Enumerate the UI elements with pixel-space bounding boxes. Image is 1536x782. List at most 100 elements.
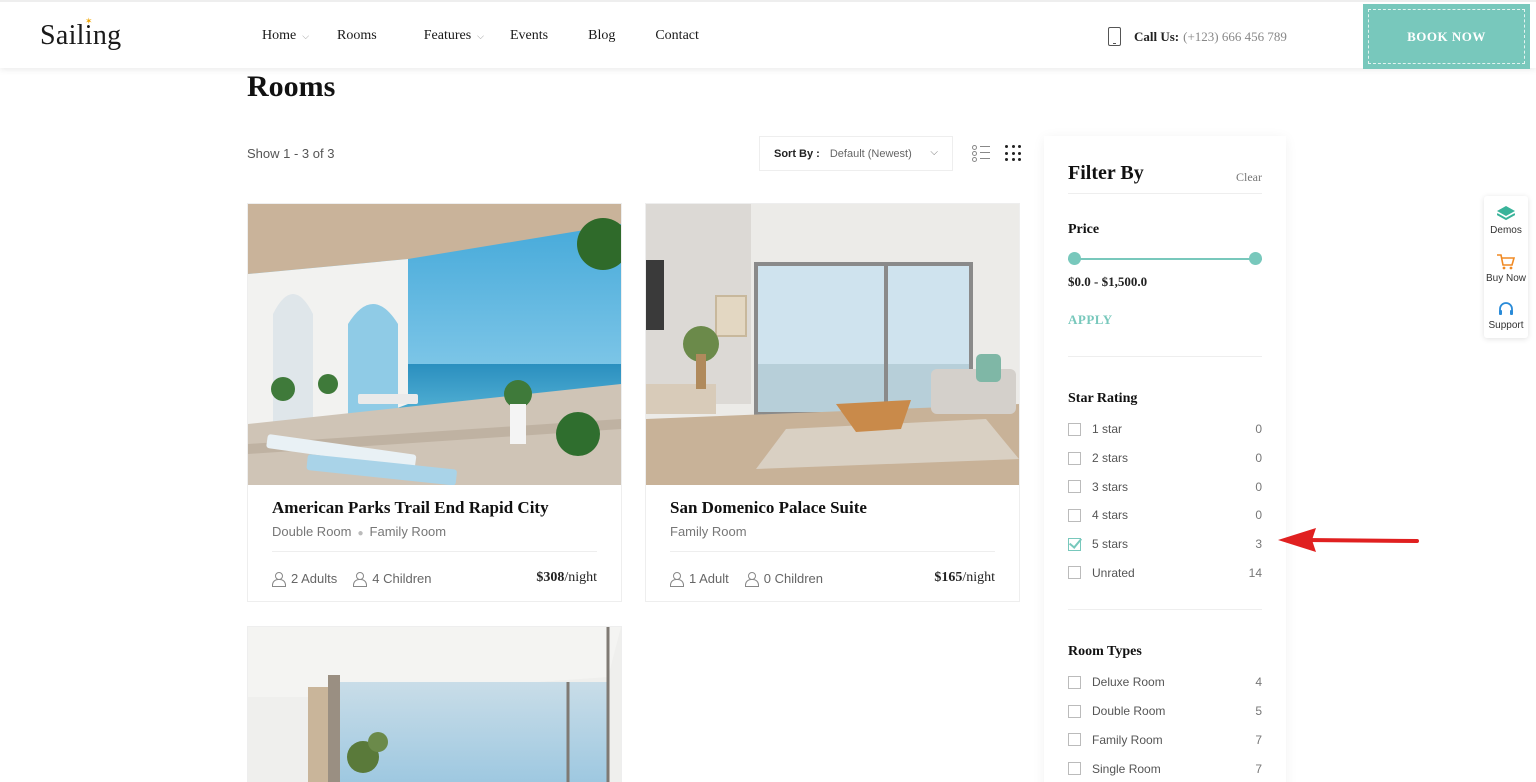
room-title[interactable]: American Parks Trail End Rapid City <box>272 498 597 518</box>
filter-option-count: 4 <box>1255 675 1262 690</box>
price-max-handle[interactable] <box>1249 252 1262 265</box>
room-types-filter: Room Types Deluxe Room 4 Double Room 5 Famil… <box>1068 644 1262 782</box>
checkbox-icon[interactable] <box>1068 451 1081 465</box>
list-view-icon[interactable] <box>972 145 990 162</box>
divider <box>1068 356 1262 357</box>
filter-option-label: 4 stars <box>1092 508 1129 523</box>
phone-icon <box>1108 27 1121 46</box>
nav-blog-label: Blog <box>588 28 616 43</box>
filter-option-count: 3 <box>1255 537 1262 552</box>
headset-icon <box>1484 299 1528 319</box>
filter-title: Filter By <box>1068 162 1144 184</box>
sort-label: Sort By : <box>774 147 820 160</box>
room-type[interactable]: Family Room <box>670 524 747 539</box>
filter-sidebar: Filter By Clear Price $0.0 - $1,500.0 AP… <box>1044 136 1286 782</box>
logo-text: Sailing <box>40 20 122 51</box>
checkbox-icon[interactable] <box>1068 566 1081 580</box>
nav-rooms[interactable]: Rooms <box>337 28 377 44</box>
filter-option[interactable]: 5 stars 3 <box>1068 530 1262 559</box>
room-card[interactable]: San Domenico Palace Suite Family Room 1 … <box>645 203 1020 602</box>
room-type[interactable]: Double Room <box>272 524 352 539</box>
filter-option-label: Deluxe Room <box>1092 675 1165 690</box>
checkbox-icon[interactable] <box>1068 422 1081 436</box>
room-meta: 1 Adult 0 Children $165/night <box>670 552 995 604</box>
filter-option-label: 3 stars <box>1092 479 1129 494</box>
price-unit: /night <box>962 570 995 585</box>
filter-option-count: 0 <box>1255 422 1262 437</box>
room-type[interactable]: Family Room <box>370 524 447 539</box>
book-now-button[interactable]: BOOK NOW <box>1363 4 1530 69</box>
nav-rooms-label: Rooms <box>337 28 377 43</box>
filter-option[interactable]: 2 stars 0 <box>1068 444 1262 473</box>
child-icon <box>744 571 759 587</box>
room-image[interactable] <box>248 627 621 782</box>
price-slider[interactable] <box>1068 252 1262 266</box>
support-label: Support <box>1488 320 1524 331</box>
logo-star-icon: ✶ <box>85 16 93 26</box>
checkbox-icon[interactable] <box>1068 733 1081 747</box>
filter-option[interactable]: Deluxe Room 4 <box>1068 668 1262 697</box>
room-title[interactable]: San Domenico Palace Suite <box>670 498 995 518</box>
nav-blog[interactable]: Blog <box>588 28 615 44</box>
adults-count: 1 Adult <box>689 570 729 586</box>
cart-icon <box>1484 252 1528 272</box>
buy-now-button[interactable]: Buy Now <box>1484 252 1528 284</box>
checkbox-icon[interactable] <box>1068 704 1081 718</box>
filter-option[interactable]: 4 stars 0 <box>1068 501 1262 530</box>
adults-count: 2 Adults <box>291 570 338 586</box>
annotation-arrow-icon <box>1278 528 1419 552</box>
filter-option[interactable]: Double Room 5 <box>1068 697 1262 726</box>
nav-home[interactable]: Home ⌵ <box>262 28 309 44</box>
checkbox-checked-icon[interactable] <box>1068 537 1081 551</box>
room-card[interactable]: American Parks Trail End Rapid City Doub… <box>247 203 622 602</box>
filter-option-label: Unrated <box>1092 565 1135 580</box>
sort-select[interactable]: Sort By : Default (Newest) ⌵ <box>759 136 953 171</box>
nav-contact[interactable]: Contact <box>655 28 699 44</box>
clear-filters-button[interactable]: Clear <box>1236 170 1262 185</box>
filter-option-label: 2 stars <box>1092 451 1129 466</box>
call-us[interactable]: Call Us: (+123) 666 456 789 <box>1108 27 1287 46</box>
demos-button[interactable]: Demos <box>1484 204 1528 236</box>
support-button[interactable]: Support <box>1484 299 1528 331</box>
star-rating-filter: Star Rating 1 star 0 2 stars 0 3 stars 0 4 sta… <box>1068 391 1262 587</box>
page-title: Rooms <box>247 70 336 103</box>
filter-option-label: 5 stars <box>1092 537 1129 552</box>
filter-option[interactable]: 1 star 0 <box>1068 415 1262 444</box>
price-min-handle[interactable] <box>1068 252 1081 265</box>
checkbox-icon[interactable] <box>1068 480 1081 494</box>
filter-option[interactable]: 3 stars 0 <box>1068 472 1262 501</box>
filter-option[interactable]: Family Room 7 <box>1068 726 1262 755</box>
site-logo[interactable]: Sailing ✶ <box>40 16 122 52</box>
room-image[interactable] <box>646 204 1019 485</box>
children-count: 0 Children <box>763 570 824 586</box>
filter-option[interactable]: Unrated 14 <box>1068 558 1262 587</box>
call-number: (+123) 666 456 789 <box>1183 28 1287 44</box>
checkbox-icon[interactable] <box>1068 675 1081 689</box>
checkbox-icon[interactable] <box>1068 508 1081 522</box>
nav-home-label: Home <box>262 28 297 43</box>
room-price: $308/night <box>536 570 597 586</box>
room-image[interactable] <box>248 204 621 485</box>
price-filter: Price $0.0 - $1,500.0 APPLY <box>1068 222 1262 329</box>
nav-events[interactable]: Events <box>510 28 548 44</box>
filter-option-count: 0 <box>1255 479 1262 494</box>
checkbox-icon[interactable] <box>1068 762 1081 776</box>
nav-features[interactable]: Features ⌵ <box>424 28 484 44</box>
apply-price-button[interactable]: APPLY <box>1068 312 1113 328</box>
chevron-down-icon: ⌵ <box>930 147 938 158</box>
filter-option[interactable]: Single Room 7 <box>1068 754 1262 782</box>
filter-option-count: 7 <box>1255 761 1262 776</box>
nav-events-label: Events <box>510 28 549 43</box>
price-value: $308 <box>536 570 565 585</box>
site-header: Sailing ✶ Home ⌵ Rooms Features ⌵ Events B… <box>0 0 1536 69</box>
filter-option-count: 14 <box>1248 565 1262 580</box>
room-types-title: Room Types <box>1068 644 1142 660</box>
call-label: Call Us: <box>1134 28 1180 44</box>
room-card[interactable] <box>247 626 622 782</box>
price-value: $165 <box>934 570 963 585</box>
chevron-down-icon: ⌵ <box>477 30 484 41</box>
filter-option-label: Single Room <box>1092 761 1161 776</box>
price-range: $0.0 - $1,500.0 <box>1068 274 1148 289</box>
room-types: Double Room ● Family Room <box>272 524 597 552</box>
grid-view-icon[interactable] <box>1005 145 1021 161</box>
